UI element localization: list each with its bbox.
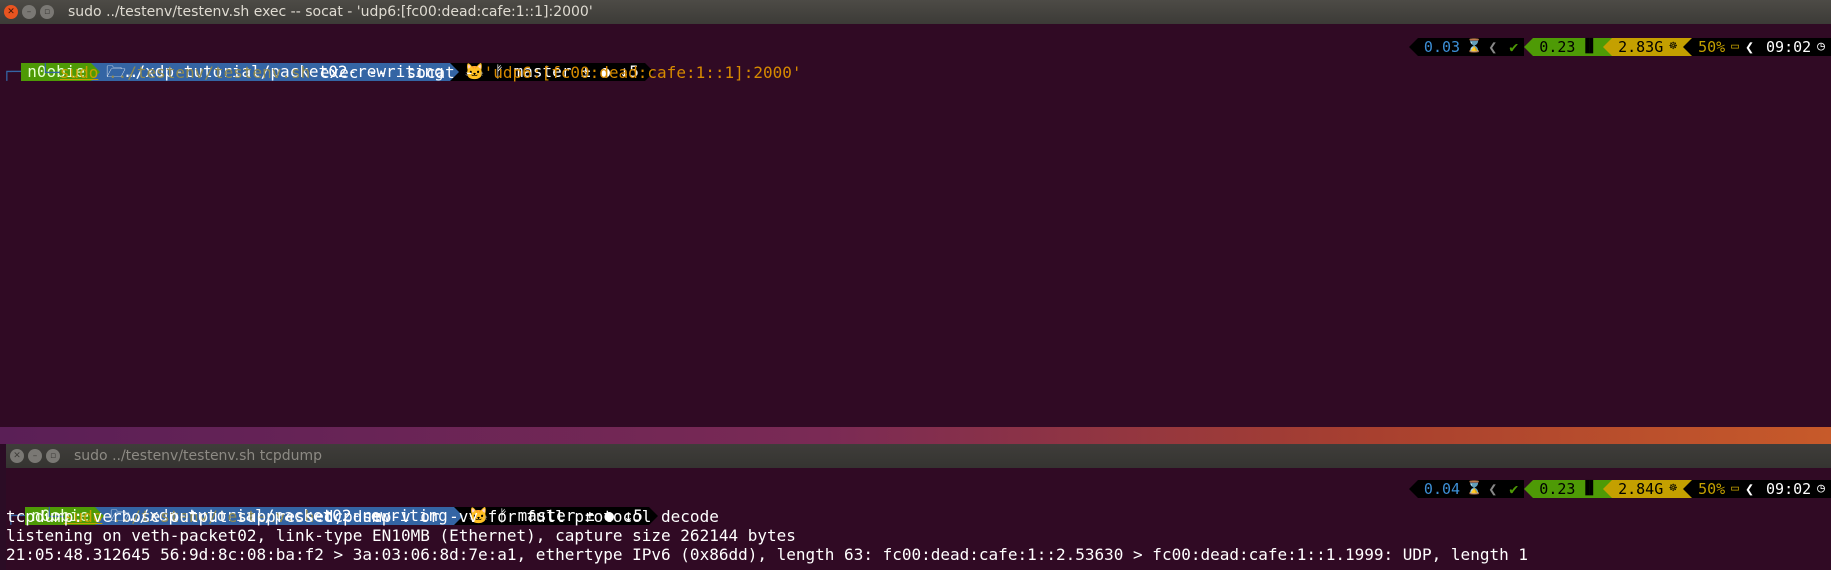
hdd-icon: ▭ bbox=[1731, 481, 1739, 496]
load-average: 0.03 ⌛ ❮ bbox=[1417, 38, 1504, 56]
clock: 09:02 ◷ bbox=[1760, 480, 1831, 498]
output-line: tcpdump: verbose output suppressed, use … bbox=[6, 507, 719, 526]
prompt-line: ┌─ n0obie 🗁…/xdp-tutorial/packet02-rewri… bbox=[2, 27, 654, 81]
disk-usage: 50% ▭ ❮ bbox=[1692, 38, 1761, 56]
command-line[interactable]: └─sudo ../testenv/testenv.sh tcpdump bbox=[6, 490, 392, 526]
top-terminal-window[interactable]: ✕ – ▫ sudo ../testenv/testenv.sh exec --… bbox=[0, 0, 1831, 427]
status-ok: ✔ bbox=[1503, 38, 1525, 56]
cmd-args: exec -- socat - bbox=[310, 63, 484, 82]
separator-arrow bbox=[1603, 38, 1613, 56]
window-title: sudo ../testenv/testenv.sh tcpdump bbox=[74, 448, 323, 464]
top-window-titlebar[interactable]: ✕ – ▫ sudo ../testenv/testenv.sh exec --… bbox=[0, 0, 1831, 24]
right-status: 0.04 ⌛ ❮ ✔ 0.23 ▐▌ 2.84G ☸ 50% ▭ ❮ 09:02 ◷ bbox=[1408, 480, 1831, 498]
separator-arrow bbox=[1603, 480, 1613, 498]
prompt-line: ┌─ n0obie 🗁…/xdp-tutorial/packet02-rewri… bbox=[6, 471, 658, 525]
close-button[interactable]: ✕ bbox=[10, 449, 24, 463]
right-status: 0.03 ⌛ ❮ ✔ 0.23 ▐▌ 2.83G ☸ 50% ▭ ❮ 09:02 ◷ bbox=[1408, 38, 1831, 56]
prompt-corner: └─ bbox=[40, 63, 60, 82]
hourglass-icon: ⌛ bbox=[1466, 481, 1483, 496]
minimize-button[interactable]: – bbox=[28, 449, 42, 463]
bar-chart-icon: ▐▌ bbox=[1581, 39, 1598, 54]
close-button[interactable]: ✕ bbox=[4, 5, 18, 19]
maximize-button[interactable]: ▫ bbox=[46, 449, 60, 463]
separator-arrow bbox=[1524, 480, 1534, 498]
hdd-icon: ▭ bbox=[1731, 39, 1739, 54]
dashboard-icon: ☸ bbox=[1669, 39, 1678, 54]
separator-arrow bbox=[1524, 38, 1534, 56]
cpu-usage: 0.23 ▐▌ bbox=[1533, 480, 1604, 498]
output-line: listening on veth-packet02, link-type EN… bbox=[6, 526, 796, 545]
bottom-terminal-window[interactable]: ✕ – ▫ sudo ../testenv/testenv.sh tcpdump… bbox=[6, 444, 1831, 570]
separator-arrow bbox=[1408, 480, 1418, 498]
load-average: 0.04 ⌛ ❮ bbox=[1417, 480, 1504, 498]
separator-arrow bbox=[1683, 480, 1693, 498]
bar-chart-icon: ▐▌ bbox=[1581, 481, 1598, 496]
clock-icon: ◷ bbox=[1817, 39, 1825, 54]
command-line[interactable]: └─sudo ../testenv/testenv.sh exec -- soc… bbox=[2, 46, 802, 82]
ram-usage: 2.83G ☸ bbox=[1612, 38, 1684, 56]
cmd-string: 'udp6:[fc00:dead:cafe:1::1]:2000' bbox=[483, 63, 802, 82]
bottom-window-titlebar[interactable]: ✕ – ▫ sudo ../testenv/testenv.sh tcpdump bbox=[6, 444, 1831, 468]
cmd-sudo: sudo bbox=[59, 63, 99, 82]
cpu-usage: 0.23 ▐▌ bbox=[1533, 38, 1604, 56]
maximize-button[interactable]: ▫ bbox=[40, 5, 54, 19]
separator-arrow bbox=[1408, 38, 1418, 56]
clock: 09:02 ◷ bbox=[1760, 38, 1831, 56]
separator-arrow bbox=[1683, 38, 1693, 56]
clock-icon: ◷ bbox=[1817, 481, 1825, 496]
disk-usage: 50% ▭ ❮ bbox=[1692, 480, 1761, 498]
check-icon: ✔ bbox=[1509, 38, 1519, 56]
check-icon: ✔ bbox=[1509, 480, 1519, 498]
desktop-background bbox=[0, 427, 1831, 444]
ram-usage: 2.84G ☸ bbox=[1612, 480, 1684, 498]
output-line: 21:05:48.312645 56:9d:8c:08:ba:f2 > 3a:0… bbox=[6, 545, 1528, 564]
hourglass-icon: ⌛ bbox=[1466, 39, 1483, 54]
status-ok: ✔ bbox=[1503, 480, 1525, 498]
cmd-path: ../testenv/testenv.sh bbox=[107, 63, 311, 82]
dashboard-icon: ☸ bbox=[1669, 481, 1678, 496]
minimize-button[interactable]: – bbox=[22, 5, 36, 19]
window-title: sudo ../testenv/testenv.sh exec -- socat… bbox=[68, 4, 593, 20]
